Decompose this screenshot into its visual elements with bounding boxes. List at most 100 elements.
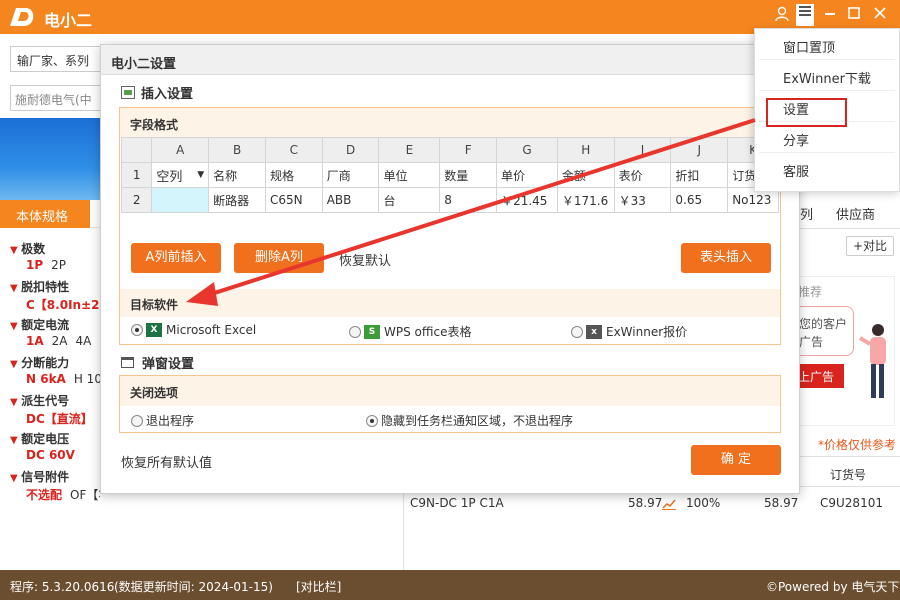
filter-group-title[interactable]: 极数 <box>10 240 45 257</box>
column-header[interactable]: F <box>439 137 498 163</box>
table-cell[interactable]: 数量 <box>439 162 498 188</box>
radio-dot <box>366 414 378 427</box>
filter-option[interactable]: 2P <box>51 258 66 272</box>
radio-wps[interactable]: S WPS office表格 <box>349 323 471 340</box>
tab-body-spec[interactable]: 本体规格 <box>0 200 90 228</box>
table-cell[interactable]: 表价 <box>613 162 672 188</box>
table-cell[interactable]: 断路器 <box>208 187 266 213</box>
window-icon <box>121 357 134 368</box>
menu-icon[interactable] <box>796 4 814 26</box>
powered-by-text: ©Powered by 电气天下 <box>766 580 900 594</box>
filter-group-title[interactable]: 脱扣特性 <box>10 278 69 295</box>
minimize-icon[interactable] <box>820 6 840 26</box>
compare-bar-link[interactable]: [对比栏] <box>296 578 341 595</box>
column-header[interactable]: C <box>264 137 323 163</box>
table-cell[interactable]: 金额 <box>556 162 615 188</box>
restore-default-link[interactable]: 恢复默认 <box>339 250 391 269</box>
table-cell[interactable]: 折扣 <box>670 162 729 188</box>
radio-exwinner[interactable]: x ExWinner报价 <box>571 323 687 340</box>
row-number: 1 <box>120 162 153 188</box>
header-insert-button[interactable]: 表头插入 <box>681 243 771 273</box>
table-cell[interactable]: 厂商 <box>321 162 380 188</box>
filter-option[interactable]: C【8.0In±20% <box>26 298 100 312</box>
filter-group-title[interactable]: 派生代号 <box>10 392 69 409</box>
table-cell[interactable]: 名称 <box>208 162 266 188</box>
filter-option[interactable]: 不选配 <box>26 488 62 502</box>
delete-column-a-button[interactable]: 删除A列 <box>234 243 324 273</box>
table-cell[interactable]: ￥171.6 <box>556 187 615 213</box>
maximize-icon[interactable] <box>844 6 864 26</box>
version-text: 程序: 5.3.20.0616 <box>10 580 115 594</box>
radio-excel[interactable]: X Microsoft Excel <box>131 323 256 337</box>
table-cell[interactable]: C65N <box>264 187 323 213</box>
filter-option[interactable]: 4A <box>75 334 91 348</box>
ad-title: 推荐 <box>798 285 823 299</box>
filter-option[interactable]: DC 60V <box>26 448 75 462</box>
tab-list[interactable]: 列 <box>800 204 813 223</box>
column-header[interactable]: I <box>613 137 672 163</box>
field-select-a[interactable]: 空列 ▼ <box>151 162 210 188</box>
compare-button[interactable]: +对比 <box>846 236 894 256</box>
table-cell[interactable]: 单价 <box>496 162 558 188</box>
menu-item-pin-window[interactable]: 窗口置顶 <box>759 29 895 60</box>
filter-option[interactable]: 2A <box>52 334 68 348</box>
filter-option[interactable]: 1A <box>26 334 44 348</box>
filter-group-title[interactable]: 额定电压 <box>10 430 69 447</box>
confirm-button[interactable]: 确 定 <box>691 445 781 475</box>
filter-option[interactable]: 1P <box>26 258 43 272</box>
insert-settings-label: 插入设置 <box>141 87 194 102</box>
column-header[interactable]: B <box>208 137 266 163</box>
table-corner <box>120 137 153 163</box>
filter-group-title[interactable]: 额定电流 <box>10 316 69 333</box>
user-icon[interactable] <box>772 6 792 26</box>
target-software-header: 目标软件 <box>120 289 780 317</box>
table-cell[interactable]: ￥21.45 <box>496 187 558 213</box>
table-cell[interactable]: ABB <box>321 187 380 213</box>
brand-filter-input[interactable]: 施耐德电气(中 <box>10 85 106 111</box>
status-bar: 程序: 5.3.20.0616 (数据更新时间: 2024-01-15) [对比… <box>0 570 900 600</box>
table-cell[interactable]: 规格 <box>264 162 323 188</box>
column-header[interactable]: J <box>670 137 729 163</box>
trend-chart-icon <box>662 499 676 510</box>
filter-values: 不选配OF【状态指示触点】SD【报警触点】OF+SD/OF <box>26 486 100 503</box>
table-cell[interactable]: 单位 <box>378 162 441 188</box>
column-header[interactable]: E <box>378 137 441 163</box>
filter-values: C【8.0In±20% <box>26 296 100 313</box>
image-icon <box>121 86 135 99</box>
insert-before-a-button[interactable]: A列前插入 <box>131 243 221 273</box>
column-header[interactable]: D <box>321 137 380 163</box>
radio-hide-to-tray[interactable]: 隐藏到任务栏通知区域，不退出程序 <box>366 412 573 429</box>
filter-group-title[interactable]: 分断能力 <box>10 354 69 371</box>
filter-option[interactable]: OF【状态指示触点】 <box>70 488 100 502</box>
target-software-heading: 目标软件 <box>130 298 179 312</box>
search-input[interactable]: 输厂家、系列 <box>10 46 106 72</box>
table-cell[interactable] <box>151 187 210 213</box>
app-logo-icon <box>10 8 34 26</box>
dropdown-arrow-icon: ▼ <box>197 169 205 180</box>
table-cell[interactable]: 8 <box>439 187 498 213</box>
restore-all-defaults-link[interactable]: 恢复所有默认值 <box>121 452 212 471</box>
filter-option[interactable]: DC【直流】 <box>26 412 93 426</box>
table-cell[interactable]: 台 <box>378 187 441 213</box>
radio-exit-program[interactable]: 退出程序 <box>131 412 194 429</box>
row-number: 2 <box>120 187 153 213</box>
filter-option[interactable]: N 6kA <box>26 372 66 386</box>
radio-dot <box>131 414 143 427</box>
filter-option[interactable]: H 10k <box>74 372 100 386</box>
table-cell[interactable]: 0.65 <box>670 187 729 213</box>
column-header[interactable]: A <box>151 137 210 163</box>
tab-supplier[interactable]: 供应商 <box>836 204 875 223</box>
menu-item-support[interactable]: 客服 <box>759 153 895 184</box>
field-format-heading: 字段格式 <box>120 108 780 138</box>
table-cell[interactable]: ￥33 <box>613 187 672 213</box>
column-header[interactable]: G <box>496 137 558 163</box>
filter-values: 1A2A4A6 <box>26 334 100 348</box>
close-icon[interactable] <box>870 6 890 26</box>
filter-group-title[interactable]: 信号附件 <box>10 468 69 485</box>
menu-item-exwinner-download[interactable]: ExWinner下载 <box>759 60 895 91</box>
column-header[interactable]: H <box>556 137 615 163</box>
insert-settings-heading: 插入设置 <box>121 83 193 102</box>
row-order-no: C9U28101 <box>820 496 883 510</box>
filter-values: N 6kA H 10k <box>26 372 100 386</box>
row-model: C9N-DC 1P C1A <box>410 496 504 510</box>
